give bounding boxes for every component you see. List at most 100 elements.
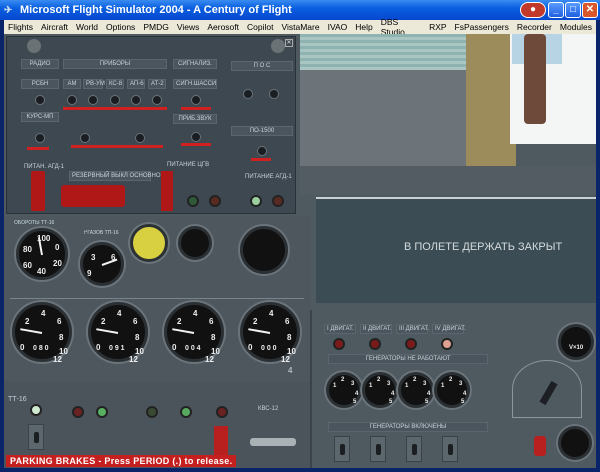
guard-bar <box>181 107 211 110</box>
tick: 8 <box>59 333 64 342</box>
tick: 2 <box>101 317 106 326</box>
tsgv-green-lamp <box>187 195 199 207</box>
engine-readout: 0 8 0 <box>33 345 49 352</box>
generator-switch-1[interactable] <box>334 436 350 462</box>
popup-close-icon[interactable]: ✕ <box>285 39 293 47</box>
menu-aerosoft[interactable]: Aerosoft <box>203 22 243 32</box>
panel-screw-icon <box>271 39 285 53</box>
tick: 40 <box>37 267 46 276</box>
tick: 4 <box>269 309 274 318</box>
label-rsbn: РСБН <box>21 79 59 89</box>
tick: 20 <box>53 259 62 268</box>
label-signal-chassis: СИГН.ШАССИ <box>173 79 217 89</box>
toggle-po1500[interactable] <box>257 146 267 156</box>
selector-knob[interactable] <box>539 380 558 406</box>
panel-screw-icon <box>27 39 41 53</box>
needle <box>20 328 43 334</box>
menu-copilot[interactable]: Copilot <box>243 22 277 32</box>
label-engine-3: III ДВИГАТ. <box>396 324 429 334</box>
toggle-pos-1[interactable] <box>243 89 253 99</box>
label-gen-on: ГЕНЕРАТОРЫ ВКЛЮЧЕНЫ <box>328 422 488 432</box>
window-latch-handle[interactable] <box>524 34 546 124</box>
tick: 4 <box>193 309 198 318</box>
needle <box>101 258 118 266</box>
toggle-prib-zvuk[interactable] <box>191 132 201 142</box>
label-am: АМ <box>63 79 81 89</box>
reserve-main-switch[interactable] <box>61 185 125 207</box>
tick: 4 <box>391 391 395 397</box>
tsgv-power-switch[interactable] <box>161 171 173 211</box>
generator-switch-2[interactable] <box>370 436 386 462</box>
toggle-am[interactable] <box>67 95 77 105</box>
tick: 0 <box>55 243 60 252</box>
tick: 4 <box>117 309 122 318</box>
toggle-ks8[interactable] <box>110 95 120 105</box>
red-guarded-switch[interactable] <box>214 426 228 456</box>
close-button[interactable]: ✕ <box>582 2 598 18</box>
agd-power-switch[interactable] <box>31 171 45 211</box>
toggle-pos-2[interactable] <box>269 89 279 99</box>
exhaust-temp-gauge: 3 6 9 <box>80 242 124 286</box>
menu-fspassengers[interactable]: FsPassengers <box>451 22 513 32</box>
tick: 4 <box>41 309 46 318</box>
tick: 4 <box>355 391 359 397</box>
tt16-switch[interactable] <box>28 424 44 450</box>
menu-rxp[interactable]: RXP <box>425 22 450 32</box>
label-rpm: ОБОРОТЫ ТТ-16 <box>14 220 55 226</box>
menu-ivao[interactable]: IVAO <box>324 22 352 32</box>
menu-aircraft[interactable]: Aircraft <box>37 22 72 32</box>
tick: 6 <box>133 317 138 326</box>
tick: 0 <box>20 343 25 352</box>
toggle-rsbn[interactable] <box>35 95 45 105</box>
menu-recorder[interactable]: Recorder <box>513 22 556 32</box>
tick: 1 <box>369 383 373 389</box>
label-radio: РАДИО <box>21 59 59 69</box>
red-button[interactable] <box>534 436 546 456</box>
toggle-instr-a[interactable] <box>80 133 90 143</box>
menu-modules[interactable]: Modules <box>556 22 596 32</box>
label-pitan-agd-1: ПИТАНИЕ АГД-1 <box>245 174 292 180</box>
generator-ammeter-2: 1234 5 <box>362 372 398 408</box>
aircraft-clock <box>240 226 288 274</box>
menu-help[interactable]: Help <box>351 22 376 32</box>
label-pos: П О С <box>231 61 293 71</box>
menu-pmdg[interactable]: PMDG <box>139 22 173 32</box>
tick: 12 <box>129 355 138 364</box>
tick: 3 <box>387 381 391 387</box>
menu-world[interactable]: World <box>72 22 102 32</box>
lamp <box>146 406 158 418</box>
yellow-gauge <box>130 224 168 262</box>
fsuipc-button[interactable]: ● <box>520 2 546 18</box>
label-kurs-mp: КУРС-МП <box>21 112 59 122</box>
engine-readout: 0 0 0 <box>261 345 277 352</box>
tick: 3 <box>423 381 427 387</box>
toggle-signal-chassis[interactable] <box>191 95 201 105</box>
menu-vistamare[interactable]: VistaMare <box>277 22 323 32</box>
menu-options[interactable]: Options <box>102 22 139 32</box>
toggle-rv-um[interactable] <box>88 95 98 105</box>
tick: 80 <box>23 245 32 254</box>
tick: 2 <box>341 377 345 383</box>
toggle-at2[interactable] <box>152 95 162 105</box>
tick: 9 <box>87 269 92 278</box>
generator-switch-3[interactable] <box>406 436 422 462</box>
agd-green-lamp <box>250 195 262 207</box>
tick: 3 <box>459 381 463 387</box>
toggle-kurs-mp[interactable] <box>35 133 45 143</box>
generator-switch-4[interactable] <box>442 436 458 462</box>
toggle-ap6[interactable] <box>131 95 141 105</box>
minimize-button[interactable]: _ <box>548 2 564 18</box>
menu-views[interactable]: Views <box>173 22 204 32</box>
tick: 5 <box>461 399 465 405</box>
rotary-selector[interactable] <box>512 360 582 418</box>
tick: 2 <box>377 377 381 383</box>
label-pribory: ПРИБОРЫ <box>63 59 167 69</box>
menu-flights[interactable]: Flights <box>4 22 37 32</box>
window-wall <box>300 70 470 166</box>
toggle-instr-b[interactable] <box>135 133 145 143</box>
rpm-gauge: 100 80 60 40 20 0 <box>16 228 68 280</box>
handle-bar[interactable] <box>250 438 296 446</box>
voltmeter-unit: V×10 <box>569 345 584 351</box>
maximize-button[interactable]: □ <box>565 2 581 18</box>
tick: 2 <box>253 317 258 326</box>
